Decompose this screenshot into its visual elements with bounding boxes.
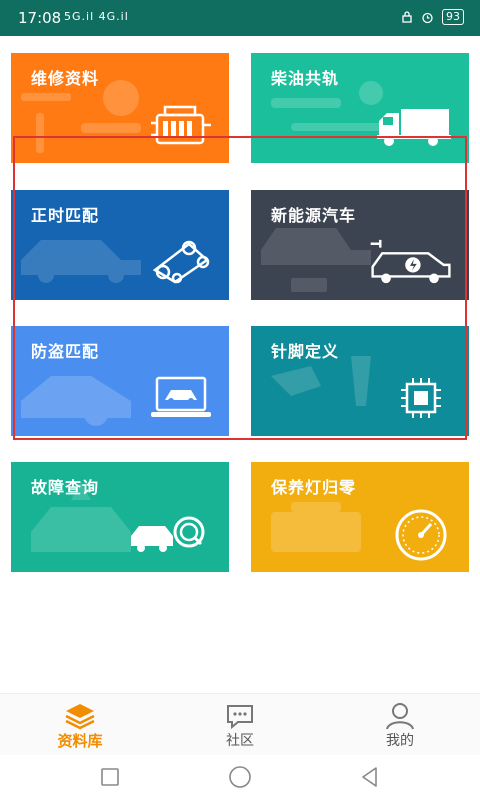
- back-icon[interactable]: [358, 765, 382, 789]
- status-time: 17:08: [18, 9, 62, 27]
- tab-label: 我的: [386, 733, 414, 749]
- battery-indicator: 93: [442, 9, 464, 25]
- chat-icon: [227, 705, 253, 730]
- car-search-icon: [131, 516, 205, 552]
- layers-icon: [65, 704, 95, 730]
- tab-label: 社区: [226, 733, 254, 749]
- bottom-tab-bar: 资料库 社区 我的: [0, 693, 480, 755]
- user-icon: [386, 703, 414, 730]
- gauge-icon: [395, 509, 447, 561]
- tab-community[interactable]: 社区: [180, 694, 300, 756]
- alarm-icon: [422, 12, 433, 23]
- recent-apps-icon[interactable]: [98, 765, 122, 789]
- tab-database[interactable]: 资料库: [20, 694, 140, 756]
- system-nav-bar: [0, 755, 480, 800]
- tile-label: 维修资料: [31, 69, 100, 88]
- tile-maintenance-reset[interactable]: 保养灯归零: [251, 462, 469, 572]
- tile-fault-query[interactable]: 故障查询: [11, 462, 229, 572]
- status-bar: 17:08 5G.il 4G.il 93: [0, 0, 480, 36]
- highlight-box: [13, 136, 467, 440]
- tile-label: 柴油共轨: [271, 69, 340, 88]
- tab-label: 资料库: [57, 732, 103, 750]
- tab-mine[interactable]: 我的: [340, 694, 460, 756]
- status-right: 93: [401, 9, 464, 25]
- signal-icons: 5G.il 4G.il: [64, 10, 129, 23]
- tile-label: 保养灯归零: [271, 478, 357, 497]
- home-icon[interactable]: [228, 765, 252, 789]
- lock-icon: [402, 11, 412, 23]
- tile-label: 故障查询: [31, 478, 100, 497]
